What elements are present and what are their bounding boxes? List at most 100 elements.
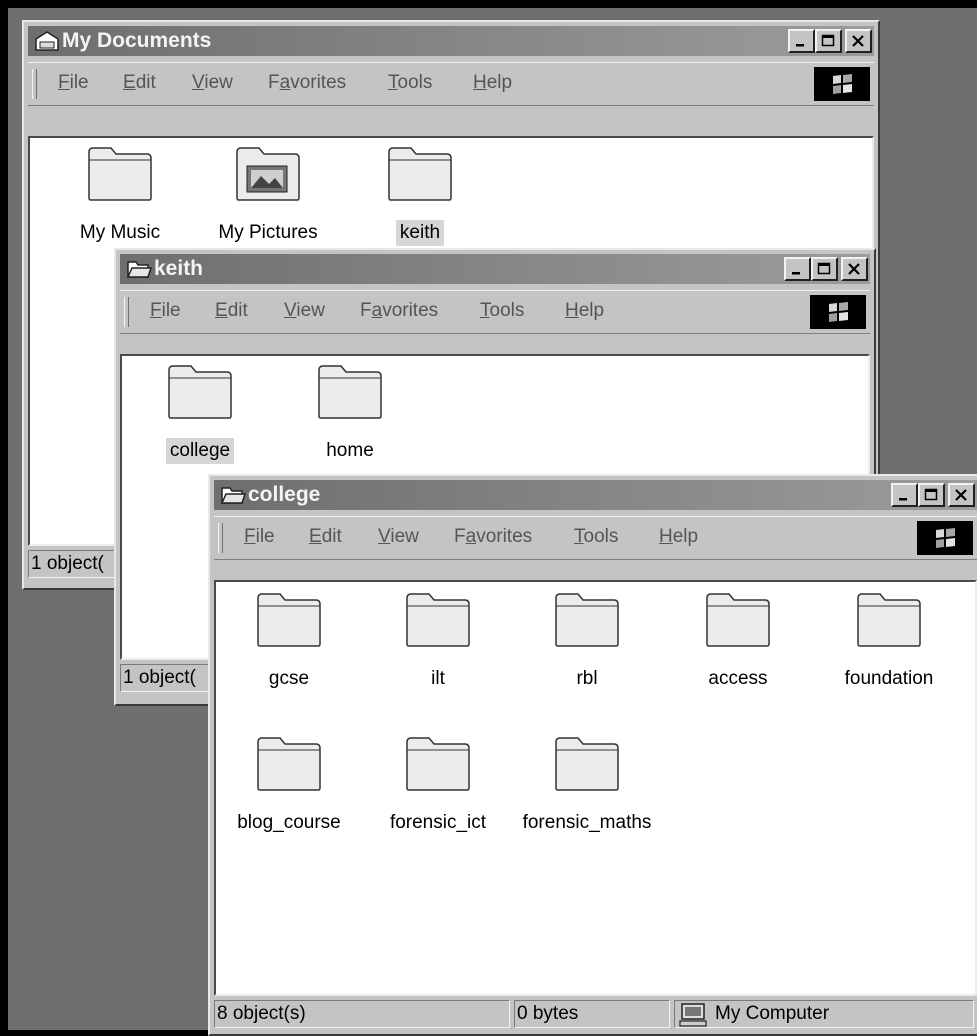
my-documents-titlebar[interactable]: My Documents (28, 26, 874, 56)
minimize-icon (796, 44, 804, 47)
maximize-button[interactable] (811, 257, 838, 281)
folder-rbl[interactable]: rbl (517, 590, 657, 692)
folder-label: access (708, 668, 768, 689)
college-window: college File Edit View Favorites Tools H… (208, 474, 977, 1036)
folder-my-pictures[interactable]: My Pictures (198, 144, 338, 246)
windows-logo (917, 521, 973, 555)
window-title: My Documents (62, 29, 212, 52)
folder-forensic-maths[interactable]: forensic_maths (517, 734, 657, 836)
menu-file[interactable]: File (58, 72, 89, 94)
menu-edit[interactable]: Edit (215, 300, 248, 322)
menu-favorites[interactable]: Favorites (360, 300, 438, 322)
desktop: My Documents File Edit View Favorites To… (8, 8, 977, 1036)
menu-edit[interactable]: Edit (309, 526, 342, 548)
folder-access[interactable]: access (668, 590, 808, 692)
folder-icon (406, 737, 470, 791)
folder-label: blog_course (237, 812, 341, 833)
folder-label: forensic_ict (389, 812, 487, 833)
folder-icon (88, 147, 152, 201)
close-icon (955, 489, 967, 501)
maximize-button[interactable] (918, 483, 945, 507)
college-content: gcse ilt rbl access foundation blog_cour… (214, 580, 977, 996)
folder-my-music[interactable]: My Music (50, 144, 190, 246)
menu-file[interactable]: File (244, 526, 275, 548)
folder-blog-course[interactable]: blog_course (219, 734, 359, 836)
minimize-button[interactable] (788, 29, 815, 53)
windows-logo (814, 67, 870, 101)
windows-flag-icon (936, 528, 955, 548)
windows-flag-icon (829, 302, 848, 322)
menu-bar: File Edit View Favorites Tools Help (120, 290, 870, 334)
open-folder-icon (126, 261, 152, 278)
menu-bar: File Edit View Favorites Tools Help (28, 62, 874, 106)
close-button[interactable] (948, 483, 975, 507)
minimize-icon (899, 498, 907, 501)
folder-label: My Pictures (218, 222, 318, 243)
maximize-icon (817, 262, 831, 275)
status-size: 0 bytes (514, 1000, 670, 1028)
window-title: college (248, 483, 321, 506)
menu-tools[interactable]: Tools (574, 526, 618, 548)
folder-label: forensic_maths (522, 812, 652, 833)
folder-icon (168, 365, 232, 419)
folder-foundation[interactable]: foundation (819, 590, 959, 692)
menu-bar: File Edit View Favorites Tools Help (214, 516, 977, 560)
close-button[interactable] (841, 257, 868, 281)
keith-titlebar[interactable]: keith (120, 254, 870, 284)
pictures-folder-icon (236, 147, 300, 201)
windows-logo (810, 295, 866, 329)
folder-ilt[interactable]: ilt (368, 590, 508, 692)
menu-tools[interactable]: Tools (480, 300, 524, 322)
menu-help[interactable]: Help (473, 72, 512, 94)
folder-icon (257, 593, 321, 647)
close-button[interactable] (845, 29, 872, 53)
menu-file[interactable]: File (150, 300, 181, 322)
status-object-count: 8 object(s) (214, 1000, 510, 1028)
menu-view[interactable]: View (192, 72, 233, 94)
minimize-button[interactable] (891, 483, 918, 507)
menu-favorites[interactable]: Favorites (268, 72, 346, 94)
menu-view[interactable]: View (378, 526, 419, 548)
folder-college[interactable]: college (130, 362, 270, 464)
folder-icon (555, 593, 619, 647)
folder-icon (857, 593, 921, 647)
my-computer-icon (679, 1003, 707, 1027)
maximize-button[interactable] (815, 29, 842, 53)
folder-icon (318, 365, 382, 419)
close-icon (848, 263, 860, 275)
folder-label: college (165, 438, 235, 464)
folder-label: keith (395, 220, 445, 246)
windows-flag-icon (833, 74, 852, 94)
menu-favorites[interactable]: Favorites (454, 526, 532, 548)
status-location: My Computer (674, 1000, 974, 1028)
folder-home[interactable]: home (280, 362, 420, 464)
open-folder-icon (220, 487, 246, 504)
menu-tools[interactable]: Tools (388, 72, 432, 94)
window-title: keith (154, 257, 204, 280)
folder-label: rbl (576, 668, 598, 689)
close-icon (852, 35, 864, 47)
folder-icon (406, 593, 470, 647)
menu-edit[interactable]: Edit (123, 72, 156, 94)
menu-grip[interactable] (124, 297, 129, 327)
folder-label: home (326, 440, 374, 461)
folder-keith[interactable]: keith (350, 144, 490, 246)
folder-label: My Music (79, 222, 161, 243)
folder-label: ilt (431, 668, 445, 689)
folder-label: foundation (844, 668, 934, 689)
folder-label: gcse (268, 668, 310, 689)
menu-grip[interactable] (32, 69, 37, 99)
maximize-icon (924, 488, 938, 501)
minimize-button[interactable] (784, 257, 811, 281)
folder-gcse[interactable]: gcse (219, 590, 359, 692)
folder-forensic-ict[interactable]: forensic_ict (368, 734, 508, 836)
maximize-icon (821, 34, 835, 47)
folder-icon (257, 737, 321, 791)
menu-help[interactable]: Help (659, 526, 698, 548)
menu-help[interactable]: Help (565, 300, 604, 322)
college-titlebar[interactable]: college (214, 480, 977, 510)
folder-icon (706, 593, 770, 647)
menu-view[interactable]: View (284, 300, 325, 322)
minimize-icon (792, 272, 800, 275)
menu-grip[interactable] (218, 523, 223, 553)
